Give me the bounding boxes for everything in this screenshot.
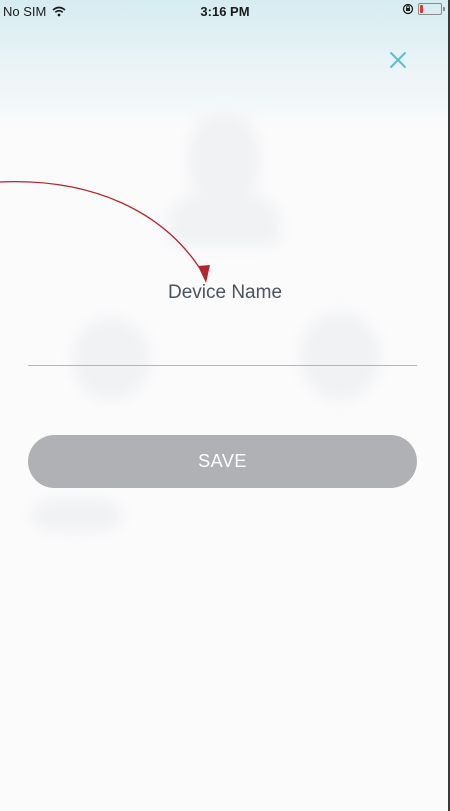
device-name-title: Device Name: [167, 282, 283, 303]
save-button[interactable]: SAVE: [28, 435, 417, 488]
annotation-arrow: [0, 181, 210, 283]
device-name-input[interactable]: [28, 330, 417, 366]
